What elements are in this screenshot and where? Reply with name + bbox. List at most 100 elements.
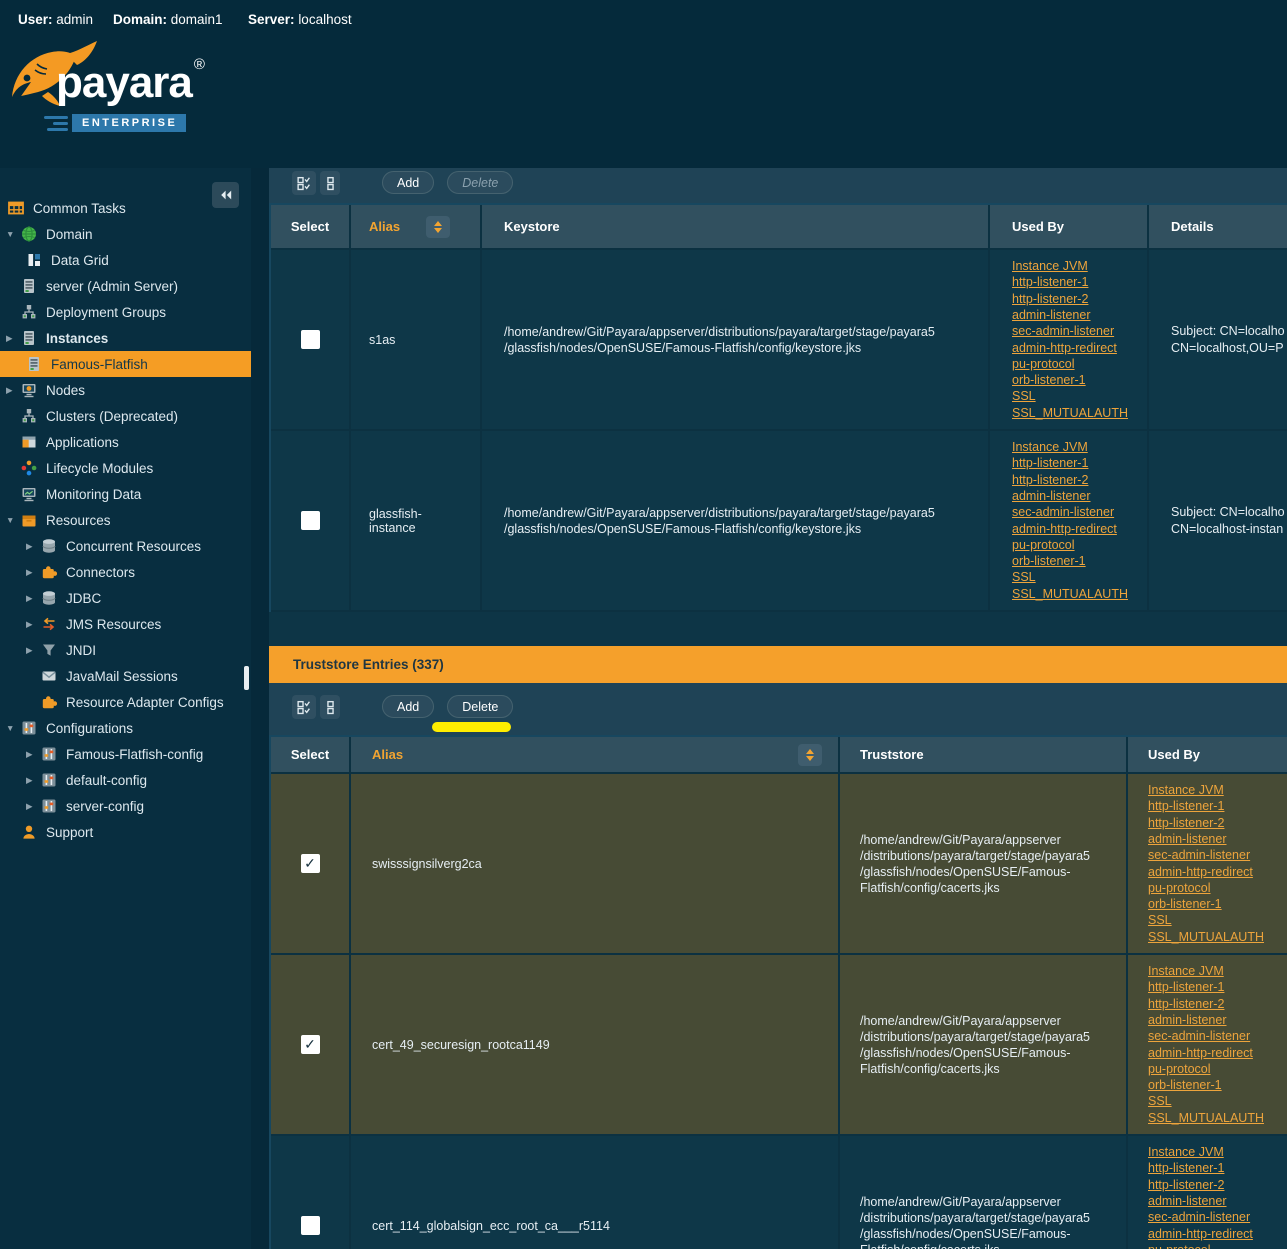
used-by-link[interactable]: http-listener-1: [1148, 798, 1264, 814]
chevron-down-icon[interactable]: [6, 229, 21, 239]
used-by-link[interactable]: admin-listener: [1148, 831, 1264, 847]
sidebar-item-applications[interactable]: Applications: [0, 429, 251, 455]
used-by-link[interactable]: SSL: [1012, 388, 1128, 404]
used-by-link[interactable]: Instance JVM: [1148, 1144, 1264, 1160]
add-button[interactable]: Add: [382, 171, 434, 194]
row-checkbox[interactable]: [301, 330, 320, 349]
used-by-link[interactable]: SSL: [1148, 912, 1264, 928]
sidebar-item-support[interactable]: Support: [0, 819, 251, 845]
chevron-right-icon[interactable]: [26, 749, 41, 760]
used-by-link[interactable]: http-listener-2: [1148, 1177, 1264, 1193]
used-by-link[interactable]: pu-protocol: [1148, 880, 1264, 896]
sidebar-item-concurrent-resources[interactable]: Concurrent Resources: [0, 533, 251, 559]
sidebar-item-data-grid[interactable]: Data Grid: [0, 247, 251, 273]
used-by-link[interactable]: http-listener-1: [1148, 979, 1264, 995]
delete-button[interactable]: Delete: [447, 695, 513, 718]
chevron-right-icon[interactable]: [26, 775, 41, 786]
used-by-link[interactable]: pu-protocol: [1148, 1242, 1264, 1249]
chevron-right-icon[interactable]: [26, 801, 41, 812]
used-by-link[interactable]: http-listener-2: [1012, 291, 1128, 307]
sidebar-item-monitoring-data[interactable]: Monitoring Data: [0, 481, 251, 507]
used-by-link[interactable]: SSL_MUTUALAUTH: [1012, 405, 1128, 421]
used-by-link[interactable]: SSL_MUTUALAUTH: [1148, 929, 1264, 945]
select-all-button[interactable]: [292, 171, 316, 195]
row-checkbox[interactable]: [301, 511, 320, 530]
used-by-link[interactable]: SSL_MUTUALAUTH: [1012, 586, 1128, 602]
used-by-link[interactable]: admin-http-redirect: [1148, 864, 1264, 880]
used-by-link[interactable]: http-listener-1: [1012, 274, 1128, 290]
sidebar-item-lifecycle-modules[interactable]: Lifecycle Modules: [0, 455, 251, 481]
used-by-link[interactable]: SSL: [1012, 569, 1128, 585]
used-by-link[interactable]: Instance JVM: [1148, 782, 1264, 798]
sidebar-item-server-config[interactable]: server-config: [0, 793, 251, 819]
used-by-link[interactable]: admin-listener: [1148, 1012, 1264, 1028]
row-checkbox[interactable]: [301, 1216, 320, 1235]
deselect-all-button[interactable]: [320, 171, 340, 195]
used-by-link[interactable]: admin-http-redirect: [1012, 521, 1128, 537]
chevron-right-icon[interactable]: [26, 593, 41, 604]
add-button[interactable]: Add: [382, 695, 434, 718]
chevron-right-icon[interactable]: [26, 619, 41, 630]
sidebar-item-javamail-sessions[interactable]: JavaMail Sessions: [0, 663, 251, 689]
row-checkbox-checked[interactable]: [301, 1035, 320, 1054]
chevron-right-icon[interactable]: [26, 567, 41, 578]
chevron-down-icon[interactable]: [6, 723, 21, 733]
sidebar-item-resource-adapter-configs[interactable]: Resource Adapter Configs: [0, 689, 251, 715]
used-by-link[interactable]: admin-listener: [1012, 488, 1128, 504]
sidebar-item-connectors[interactable]: Connectors: [0, 559, 251, 585]
sort-alias-button[interactable]: [426, 216, 450, 238]
sidebar-item-default-config[interactable]: default-config: [0, 767, 251, 793]
chevron-down-icon[interactable]: [6, 515, 21, 525]
sidebar-item-deployment-groups[interactable]: Deployment Groups: [0, 299, 251, 325]
used-by-link[interactable]: SSL: [1148, 1093, 1264, 1109]
sidebar-item-famous-flatfish[interactable]: Famous-Flatfish: [0, 351, 251, 377]
sort-alias-button[interactable]: [798, 744, 822, 766]
sidebar-item-clusters[interactable]: Clusters (Deprecated): [0, 403, 251, 429]
used-by-link[interactable]: sec-admin-listener: [1148, 1028, 1264, 1044]
used-by-link[interactable]: admin-http-redirect: [1012, 340, 1128, 356]
sidebar-item-configurations[interactable]: Configurations: [0, 715, 251, 741]
used-by-link[interactable]: http-listener-2: [1148, 815, 1264, 831]
sidebar-item-jndi[interactable]: JNDI: [0, 637, 251, 663]
row-checkbox-checked[interactable]: [301, 854, 320, 873]
select-all-button[interactable]: [292, 695, 316, 719]
sidebar-item-server[interactable]: server (Admin Server): [0, 273, 251, 299]
used-by-link[interactable]: orb-listener-1: [1012, 553, 1128, 569]
used-by-link[interactable]: http-listener-2: [1148, 996, 1264, 1012]
sidebar-item-instances[interactable]: Instances: [0, 325, 251, 351]
sidebar-collapse-button[interactable]: [212, 182, 239, 208]
sidebar-item-jms-resources[interactable]: JMS Resources: [0, 611, 251, 637]
used-by-link[interactable]: sec-admin-listener: [1148, 1209, 1264, 1225]
used-by-link[interactable]: orb-listener-1: [1012, 372, 1128, 388]
used-by-link[interactable]: pu-protocol: [1012, 356, 1128, 372]
used-by-link[interactable]: sec-admin-listener: [1012, 504, 1128, 520]
sidebar-item-famous-flatfish-config[interactable]: Famous-Flatfish-config: [0, 741, 251, 767]
used-by-link[interactable]: orb-listener-1: [1148, 1077, 1264, 1093]
sidebar-item-nodes[interactable]: Nodes: [0, 377, 251, 403]
used-by-link[interactable]: http-listener-1: [1012, 455, 1128, 471]
used-by-link[interactable]: admin-listener: [1148, 1193, 1264, 1209]
used-by-link[interactable]: SSL_MUTUALAUTH: [1148, 1110, 1264, 1126]
used-by-link[interactable]: Instance JVM: [1148, 963, 1264, 979]
used-by-link[interactable]: http-listener-2: [1012, 472, 1128, 488]
used-by-link[interactable]: admin-http-redirect: [1148, 1045, 1264, 1061]
sidebar-item-domain[interactable]: Domain: [0, 221, 251, 247]
chevron-right-icon[interactable]: [6, 385, 21, 396]
deselect-all-button[interactable]: [320, 695, 340, 719]
used-by-link[interactable]: orb-listener-1: [1148, 896, 1264, 912]
used-by-link[interactable]: admin-http-redirect: [1148, 1226, 1264, 1242]
used-by-link[interactable]: Instance JVM: [1012, 439, 1128, 455]
chevron-right-icon[interactable]: [26, 645, 41, 656]
used-by-link[interactable]: http-listener-1: [1148, 1160, 1264, 1176]
sidebar-item-jdbc[interactable]: JDBC: [0, 585, 251, 611]
used-by-link[interactable]: sec-admin-listener: [1148, 847, 1264, 863]
used-by-link[interactable]: pu-protocol: [1012, 537, 1128, 553]
used-by-link[interactable]: sec-admin-listener: [1012, 323, 1128, 339]
used-by-link[interactable]: pu-protocol: [1148, 1061, 1264, 1077]
sidebar-scrollbar[interactable]: [244, 666, 249, 690]
chevron-right-icon[interactable]: [26, 541, 41, 552]
used-by-link[interactable]: Instance JVM: [1012, 258, 1128, 274]
used-by-link[interactable]: admin-listener: [1012, 307, 1128, 323]
chevron-right-icon[interactable]: [6, 333, 21, 344]
sidebar-item-resources[interactable]: Resources: [0, 507, 251, 533]
